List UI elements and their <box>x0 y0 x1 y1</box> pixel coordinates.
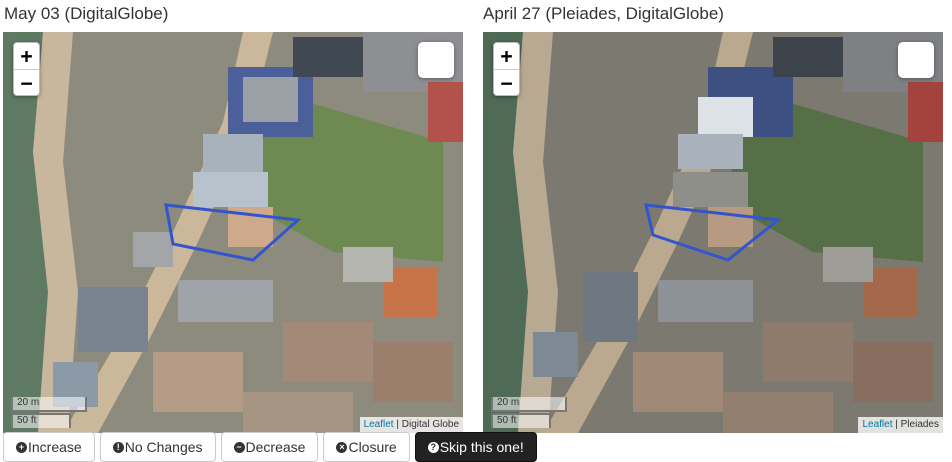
leaflet-link[interactable]: Leaflet <box>862 419 892 430</box>
closure-button[interactable]: × Closure <box>323 432 410 462</box>
layers-icon[interactable] <box>898 42 934 78</box>
scale-meters: 20 m <box>11 397 87 412</box>
zoom-control-right: + − <box>493 42 520 96</box>
attribution-left: Leaflet | Digital Globe <box>359 417 463 433</box>
zoom-control-left: + − <box>13 42 40 96</box>
no-changes-label: No Changes <box>124 439 203 455</box>
skip-button[interactable]: ? Skip this one! <box>414 432 537 462</box>
plus-circle-icon: + <box>16 441 27 453</box>
attribution-text: | Digital Globe <box>393 419 459 430</box>
increase-label: Increase <box>28 439 82 455</box>
skip-label: Skip this one! <box>439 439 524 455</box>
times-circle-icon: × <box>336 441 348 453</box>
scale-meters: 20 m <box>491 397 567 412</box>
scale-feet: 50 ft <box>11 413 71 428</box>
leaflet-link[interactable]: Leaflet <box>364 419 394 430</box>
left-map-title: May 03 (DigitalGlobe) <box>4 4 169 23</box>
layers-icon[interactable] <box>418 42 454 78</box>
right-map-title: April 27 (Pleiades, DigitalGlobe) <box>483 4 724 23</box>
zoom-out-button[interactable]: − <box>494 69 519 95</box>
closure-label: Closure <box>348 439 397 455</box>
question-circle-icon: ? <box>427 441 439 453</box>
no-changes-button[interactable]: ! No Changes <box>99 432 216 462</box>
right-map[interactable]: + − 20 m 50 ft Leaflet | Pleiades <box>483 32 943 433</box>
zoom-in-button[interactable]: + <box>14 43 39 69</box>
satellite-imagery-right <box>483 32 943 433</box>
increase-button[interactable]: + Increase <box>3 432 95 462</box>
left-map[interactable]: + − 20 m 50 ft Leaflet | Digital Globe <box>3 32 463 433</box>
zoom-in-button[interactable]: + <box>494 43 519 69</box>
scale-bar-right: 20 m 50 ft <box>491 397 567 428</box>
attribution-text: | Pleiades <box>892 419 939 430</box>
exclamation-circle-icon: ! <box>112 441 124 453</box>
minus-circle-icon: − <box>233 441 245 453</box>
decrease-label: Decrease <box>245 439 306 455</box>
action-buttons: + Increase ! No Changes − Decrease × Closure… <box>3 432 537 462</box>
scale-bar-left: 20 m 50 ft <box>11 397 87 428</box>
scale-feet: 50 ft <box>491 413 551 428</box>
zoom-out-button[interactable]: − <box>14 69 39 95</box>
decrease-button[interactable]: − Decrease <box>220 432 319 462</box>
satellite-imagery-left <box>3 32 463 433</box>
attribution-right: Leaflet | Pleiades <box>858 417 943 433</box>
